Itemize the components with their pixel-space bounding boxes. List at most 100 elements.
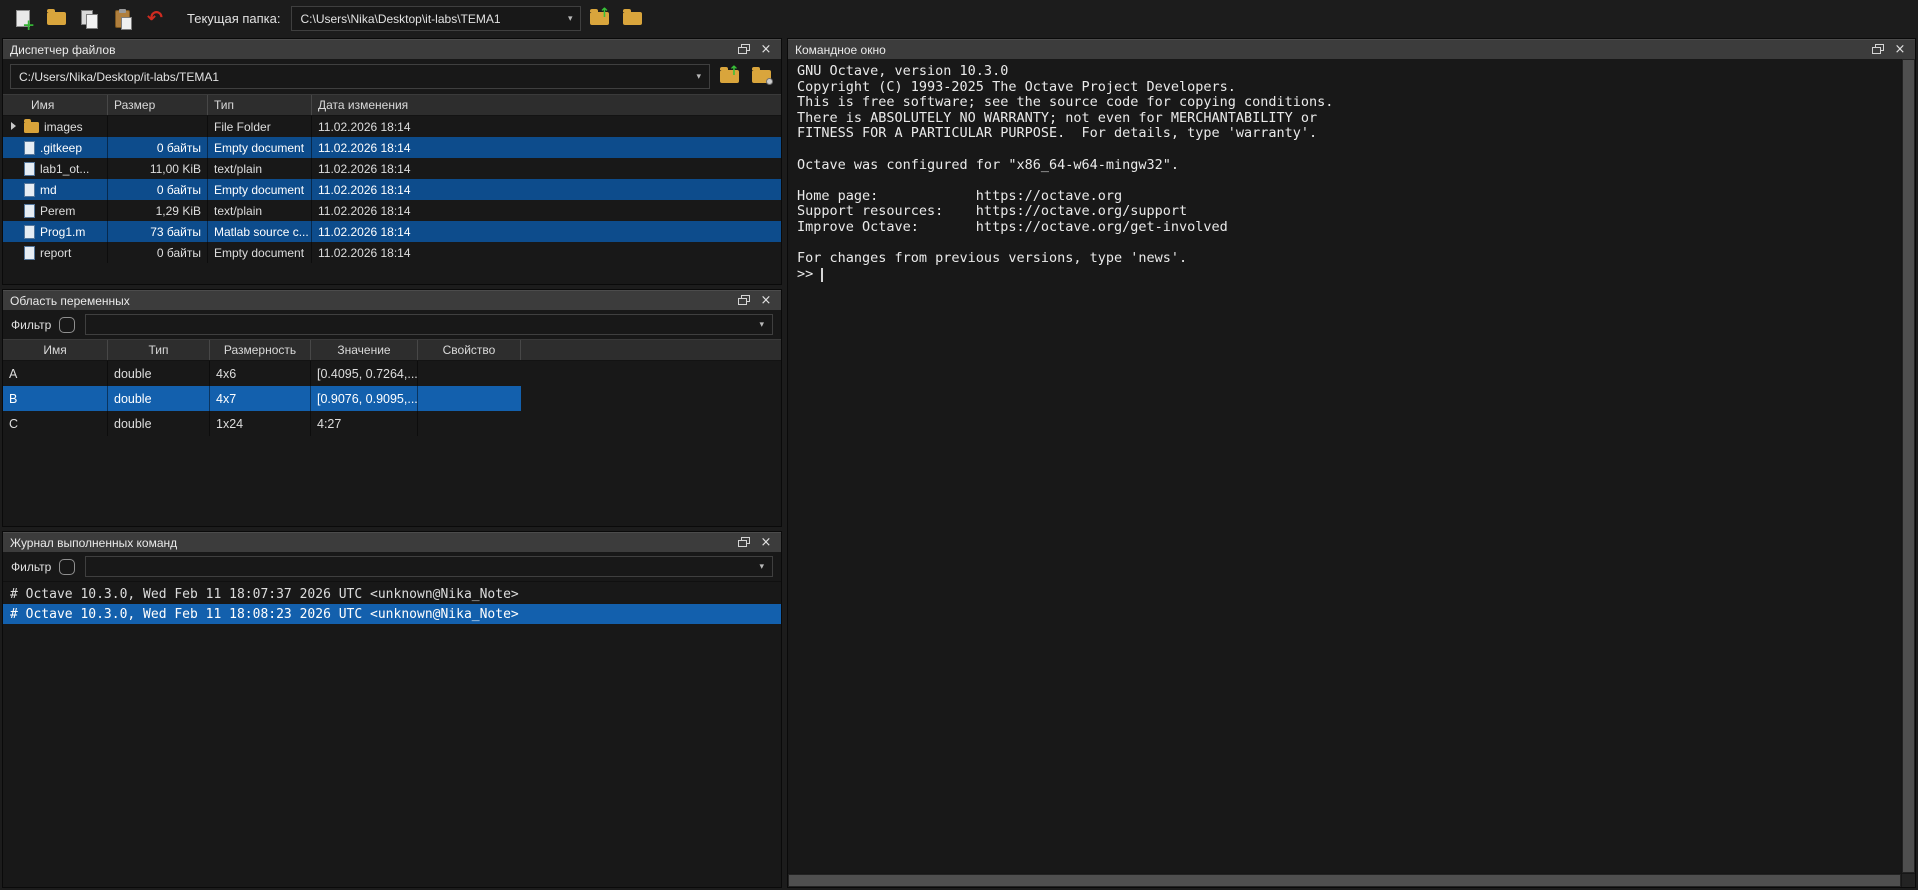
file-browser-path: C:/Users/Nika/Desktop/it-labs/TEMA1 <box>19 70 219 84</box>
file-name: Perem <box>40 204 75 218</box>
variable-row[interactable]: Adouble4x6[0.4095, 0.7264,... <box>3 361 521 386</box>
filter-checkbox[interactable] <box>59 317 75 333</box>
file-browser-header[interactable]: Имя Размер Тип Дата изменения <box>3 94 781 116</box>
close-button[interactable]: × <box>758 43 774 57</box>
folder-actions-button[interactable] <box>748 65 774 89</box>
workspace-titlebar[interactable]: Область переменных × <box>3 290 781 310</box>
column-header-name[interactable]: Имя <box>3 340 108 360</box>
file-row[interactable]: md0 байтыEmpty document11.02.2026 18:14 <box>3 179 781 200</box>
command-prompt-line[interactable]: >> <box>797 267 1901 283</box>
file-row[interactable]: Perem1,29 KiBtext/plain11.02.2026 18:14 <box>3 200 781 221</box>
close-button[interactable]: × <box>758 294 774 308</box>
open-file-button[interactable] <box>41 4 71 34</box>
file-date: 11.02.2026 18:14 <box>312 179 781 200</box>
file-name-cell: report <box>3 242 108 263</box>
column-header-dimension[interactable]: Размерность <box>210 340 311 360</box>
variable-value: [0.4095, 0.7264,... <box>311 361 418 386</box>
file-icon <box>24 141 35 155</box>
close-icon: × <box>1895 43 1906 56</box>
column-header-attribute[interactable]: Свойство <box>418 340 521 360</box>
close-button[interactable]: × <box>1892 43 1908 57</box>
undock-button[interactable] <box>736 536 752 550</box>
scrollbar-corner <box>1901 873 1915 887</box>
workspace-filter-combobox[interactable]: ▾ <box>85 314 773 335</box>
undock-button[interactable] <box>1870 43 1886 57</box>
file-row[interactable]: Prog1.m73 байтыMatlab source c...11.02.2… <box>3 221 781 242</box>
variable-name: C <box>3 411 108 436</box>
variable-name: A <box>3 361 108 386</box>
command-window-area[interactable]: GNU Octave, version 10.3.0 Copyright (C)… <box>788 59 1901 873</box>
browse-folder-icon <box>623 12 642 25</box>
expander-spacer <box>8 205 19 216</box>
file-name-cell: Perem <box>3 200 108 221</box>
filter-label: Фильтр <box>11 560 51 574</box>
expander-spacer <box>8 247 19 258</box>
horizontal-scrollbar[interactable] <box>788 873 1901 887</box>
one-directory-up-button[interactable]: ↑ <box>716 65 742 89</box>
variable-type: double <box>108 411 210 436</box>
file-row[interactable]: report0 байтыEmpty document11.02.2026 18… <box>3 242 781 263</box>
file-browser-titlebar[interactable]: Диспетчер файлов × <box>3 39 781 59</box>
close-button[interactable]: × <box>758 536 774 550</box>
horizontal-scrollbar-thumb[interactable] <box>789 875 1900 886</box>
text-cursor <box>821 268 823 282</box>
vertical-scrollbar[interactable] <box>1901 59 1915 873</box>
file-date: 11.02.2026 18:14 <box>312 200 781 221</box>
variable-attr <box>418 361 521 386</box>
file-date: 11.02.2026 18:14 <box>312 242 781 263</box>
folder-actions-icon <box>752 70 771 83</box>
undock-button[interactable] <box>736 43 752 57</box>
file-row[interactable]: .gitkeep0 байтыEmpty document11.02.2026 … <box>3 137 781 158</box>
paste-button[interactable] <box>107 4 137 34</box>
column-header-type[interactable]: Тип <box>208 95 312 115</box>
command-window-titlebar[interactable]: Командное окно × <box>788 39 1915 59</box>
column-header-date[interactable]: Дата изменения <box>312 95 781 115</box>
variable-row[interactable]: Bdouble4x7[0.9076, 0.9095,... <box>3 386 521 411</box>
history-entry[interactable]: # Octave 10.3.0, Wed Feb 11 18:07:37 202… <box>3 584 781 604</box>
new-script-button[interactable]: + <box>8 4 38 34</box>
vertical-scrollbar-thumb[interactable] <box>1903 60 1914 872</box>
variable-name: B <box>3 386 108 411</box>
file-row[interactable]: imagesFile Folder11.02.2026 18:14 <box>3 116 781 137</box>
file-row[interactable]: lab1_ot...11,00 KiBtext/plain11.02.2026 … <box>3 158 781 179</box>
column-header-class[interactable]: Тип <box>108 340 210 360</box>
workspace-header[interactable]: Имя Тип Размерность Значение Свойство <box>3 339 781 361</box>
file-size: 11,00 KiB <box>108 158 208 179</box>
undock-button[interactable] <box>736 294 752 308</box>
file-size: 0 байты <box>108 179 208 200</box>
file-name: report <box>40 246 71 260</box>
column-header-name[interactable]: Имя <box>3 95 108 115</box>
variable-dims: 4x7 <box>210 386 311 411</box>
file-type: Empty document <box>208 179 312 200</box>
file-browser-path-combobox[interactable]: C:/Users/Nika/Desktop/it-labs/TEMA1 ▾ <box>10 64 710 89</box>
column-header-value[interactable]: Значение <box>311 340 418 360</box>
history-entry[interactable]: # Octave 10.3.0, Wed Feb 11 18:08:23 202… <box>3 604 781 624</box>
file-date: 11.02.2026 18:14 <box>312 158 781 179</box>
file-type: Matlab source c... <box>208 221 312 242</box>
undo-icon: ↶ <box>147 9 163 28</box>
close-icon: × <box>761 43 772 56</box>
undock-icon <box>1872 44 1884 55</box>
file-type: Empty document <box>208 137 312 158</box>
file-icon <box>24 225 35 239</box>
filter-checkbox[interactable] <box>59 559 75 575</box>
expand-arrow-icon[interactable] <box>8 121 19 132</box>
command-history-titlebar[interactable]: Журнал выполненных команд × <box>3 532 781 552</box>
file-type: text/plain <box>208 200 312 221</box>
expander-spacer <box>8 184 19 195</box>
column-header-size[interactable]: Размер <box>108 95 208 115</box>
history-filter-combobox[interactable]: ▾ <box>85 556 773 577</box>
variable-type: double <box>108 386 210 411</box>
undo-button[interactable]: ↶ <box>140 4 170 34</box>
workspace-panel: Область переменных × Фильтр ▾ Имя Тип <box>2 289 782 527</box>
current-folder-combobox[interactable]: C:\Users\Nika\Desktop\it-labs\TEMA1 ▾ <box>291 6 581 31</box>
folder-up-icon: ↑ <box>720 70 739 83</box>
history-rows: # Octave 10.3.0, Wed Feb 11 18:07:37 202… <box>3 581 781 887</box>
copy-button[interactable] <box>74 4 104 34</box>
file-name-cell: .gitkeep <box>3 137 108 158</box>
variable-row[interactable]: Cdouble1x244:27 <box>3 411 521 436</box>
browse-directories-button[interactable] <box>617 4 647 34</box>
folder-icon <box>24 122 39 133</box>
directory-up-button[interactable]: ↑ <box>584 4 614 34</box>
file-date: 11.02.2026 18:14 <box>312 116 781 137</box>
